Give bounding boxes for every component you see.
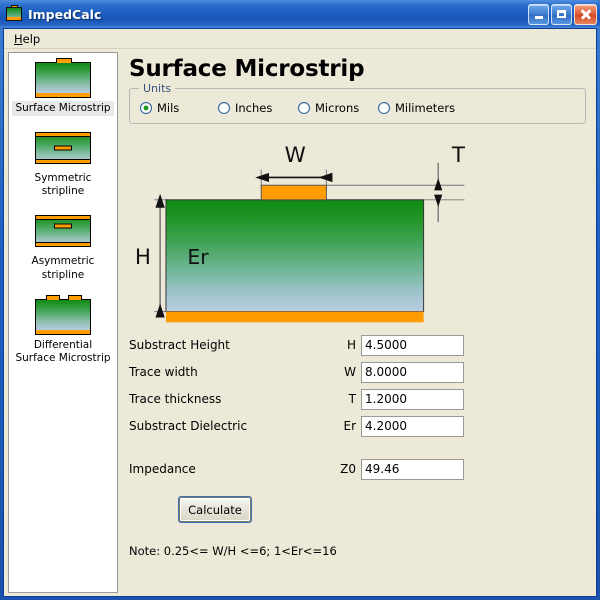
title-bar[interactable]: ImpedCalc [0, 0, 600, 28]
field-symbol: H [346, 338, 356, 352]
radio-inches[interactable]: Inches [218, 101, 298, 115]
sidebar-item-differential-surface-microstrip[interactable]: Differential Surface Microstrip [9, 294, 117, 366]
calculate-button-wrap: Calculate [179, 497, 586, 522]
field-row-impedance: Impedance Z0 49.46 [129, 456, 586, 482]
impedance-output[interactable]: 49.46 [361, 458, 464, 480]
trace-thickness-input[interactable]: 1.2000 [361, 388, 464, 410]
constraint-note: Note: 0.25<= W/H <=6; 1<Er<=16 [129, 544, 337, 558]
diagram-label-w: W [285, 143, 306, 168]
sidebar-item-label: Differential Surface Microstrip [15, 338, 111, 364]
thumbnail-differential-surface-microstrip [34, 294, 91, 335]
sidebar-item-symmetric-stripline[interactable]: Symmetric stripline [9, 132, 117, 199]
radio-milimeters-label: Milimeters [395, 101, 456, 115]
radio-selected-icon [140, 102, 152, 114]
minimize-icon [534, 15, 543, 19]
sidebar-item-label: Surface Microstrip [12, 101, 114, 117]
close-button[interactable] [574, 3, 597, 25]
body-row: Surface Microstrip Symmetric stripline A… [4, 49, 596, 596]
diagram-svg: W T H Er [135, 143, 466, 323]
radio-empty-icon [298, 102, 310, 114]
title-bar-left: ImpedCalc [6, 5, 528, 22]
page-title: Surface Microstrip [129, 56, 365, 82]
diagram-label-t: T [451, 143, 466, 168]
radio-inches-label: Inches [235, 101, 273, 115]
radio-milimeters[interactable]: Milimeters [378, 101, 455, 115]
sidebar-item-asymmetric-stripline[interactable]: Asymmetric stripline [9, 215, 117, 282]
application-window: ImpedCalc Help Surface Microstrip Symmet… [0, 0, 600, 600]
units-radio-group: Mils Inches Microns Milimeters [140, 101, 575, 115]
caption-buttons [528, 3, 597, 25]
diagram-label-er: Er [187, 245, 209, 269]
field-label: Substract Height [129, 338, 230, 352]
radio-empty-icon [218, 102, 230, 114]
field-label: Trace thickness [129, 392, 222, 406]
microstrip-icon [6, 5, 22, 21]
parameter-fields: Substract Height H 4.5000 Trace width W … [129, 332, 586, 483]
field-label: Substract Dielectric [129, 419, 248, 433]
menu-item-help[interactable]: Help [9, 30, 45, 48]
client-area: Help Surface Microstrip Symmetric stripl… [3, 28, 597, 597]
minimize-button[interactable] [528, 3, 549, 25]
radio-mils[interactable]: Mils [140, 101, 218, 115]
maximize-button[interactable] [551, 3, 572, 25]
trace-width-input[interactable]: 8.0000 [361, 361, 464, 383]
field-spacer [129, 440, 586, 456]
impedance-symbol: Z0 [340, 462, 356, 476]
field-label: Trace width [129, 365, 198, 379]
menu-bar: Help [4, 29, 596, 49]
menu-item-help-rest: elp [22, 31, 41, 46]
menu-item-help-mnemonic: H [14, 31, 23, 46]
thumbnail-asymmetric-stripline [35, 215, 91, 248]
units-groupbox: Units Mils Inches Microns Milimeters [129, 82, 586, 124]
field-symbol: Er [343, 419, 356, 433]
field-symbol: W [344, 365, 356, 379]
radio-microns-label: Microns [315, 101, 360, 115]
field-row-substract-dielectric: Substract Dielectric Er 4.2000 [129, 413, 586, 439]
impedance-label: Impedance [129, 462, 196, 476]
sidebar-item-surface-microstrip[interactable]: Surface Microstrip [9, 58, 117, 117]
structure-list[interactable]: Surface Microstrip Symmetric stripline A… [8, 52, 118, 593]
maximize-icon [557, 10, 566, 18]
units-group-label: Units [139, 82, 176, 95]
substract-height-input[interactable]: 4.5000 [361, 334, 464, 356]
radio-microns[interactable]: Microns [298, 101, 378, 115]
thumbnail-symmetric-stripline [35, 132, 91, 165]
field-row-substract-height: Substract Height H 4.5000 [129, 332, 586, 358]
main-panel: Surface Microstrip Units Mils Inches Mic… [123, 52, 592, 593]
field-symbol: T [348, 392, 356, 406]
thumbnail-surface-microstrip [34, 58, 91, 98]
window-title: ImpedCalc [28, 6, 102, 22]
radio-empty-icon [378, 102, 390, 114]
field-row-trace-width: Trace width W 8.0000 [129, 359, 586, 385]
radio-mils-label: Mils [157, 101, 180, 115]
substract-dielectric-input[interactable]: 4.2000 [361, 415, 464, 437]
field-row-trace-thickness: Trace thickness T 1.2000 [129, 386, 586, 412]
sidebar-item-label: Asymmetric stripline [31, 255, 95, 281]
diagram-label-h: H [135, 245, 151, 270]
sidebar-item-label: Symmetric stripline [34, 172, 92, 198]
calculate-button[interactable]: Calculate [179, 497, 251, 522]
cross-section-diagram: W T H Er [129, 128, 586, 328]
